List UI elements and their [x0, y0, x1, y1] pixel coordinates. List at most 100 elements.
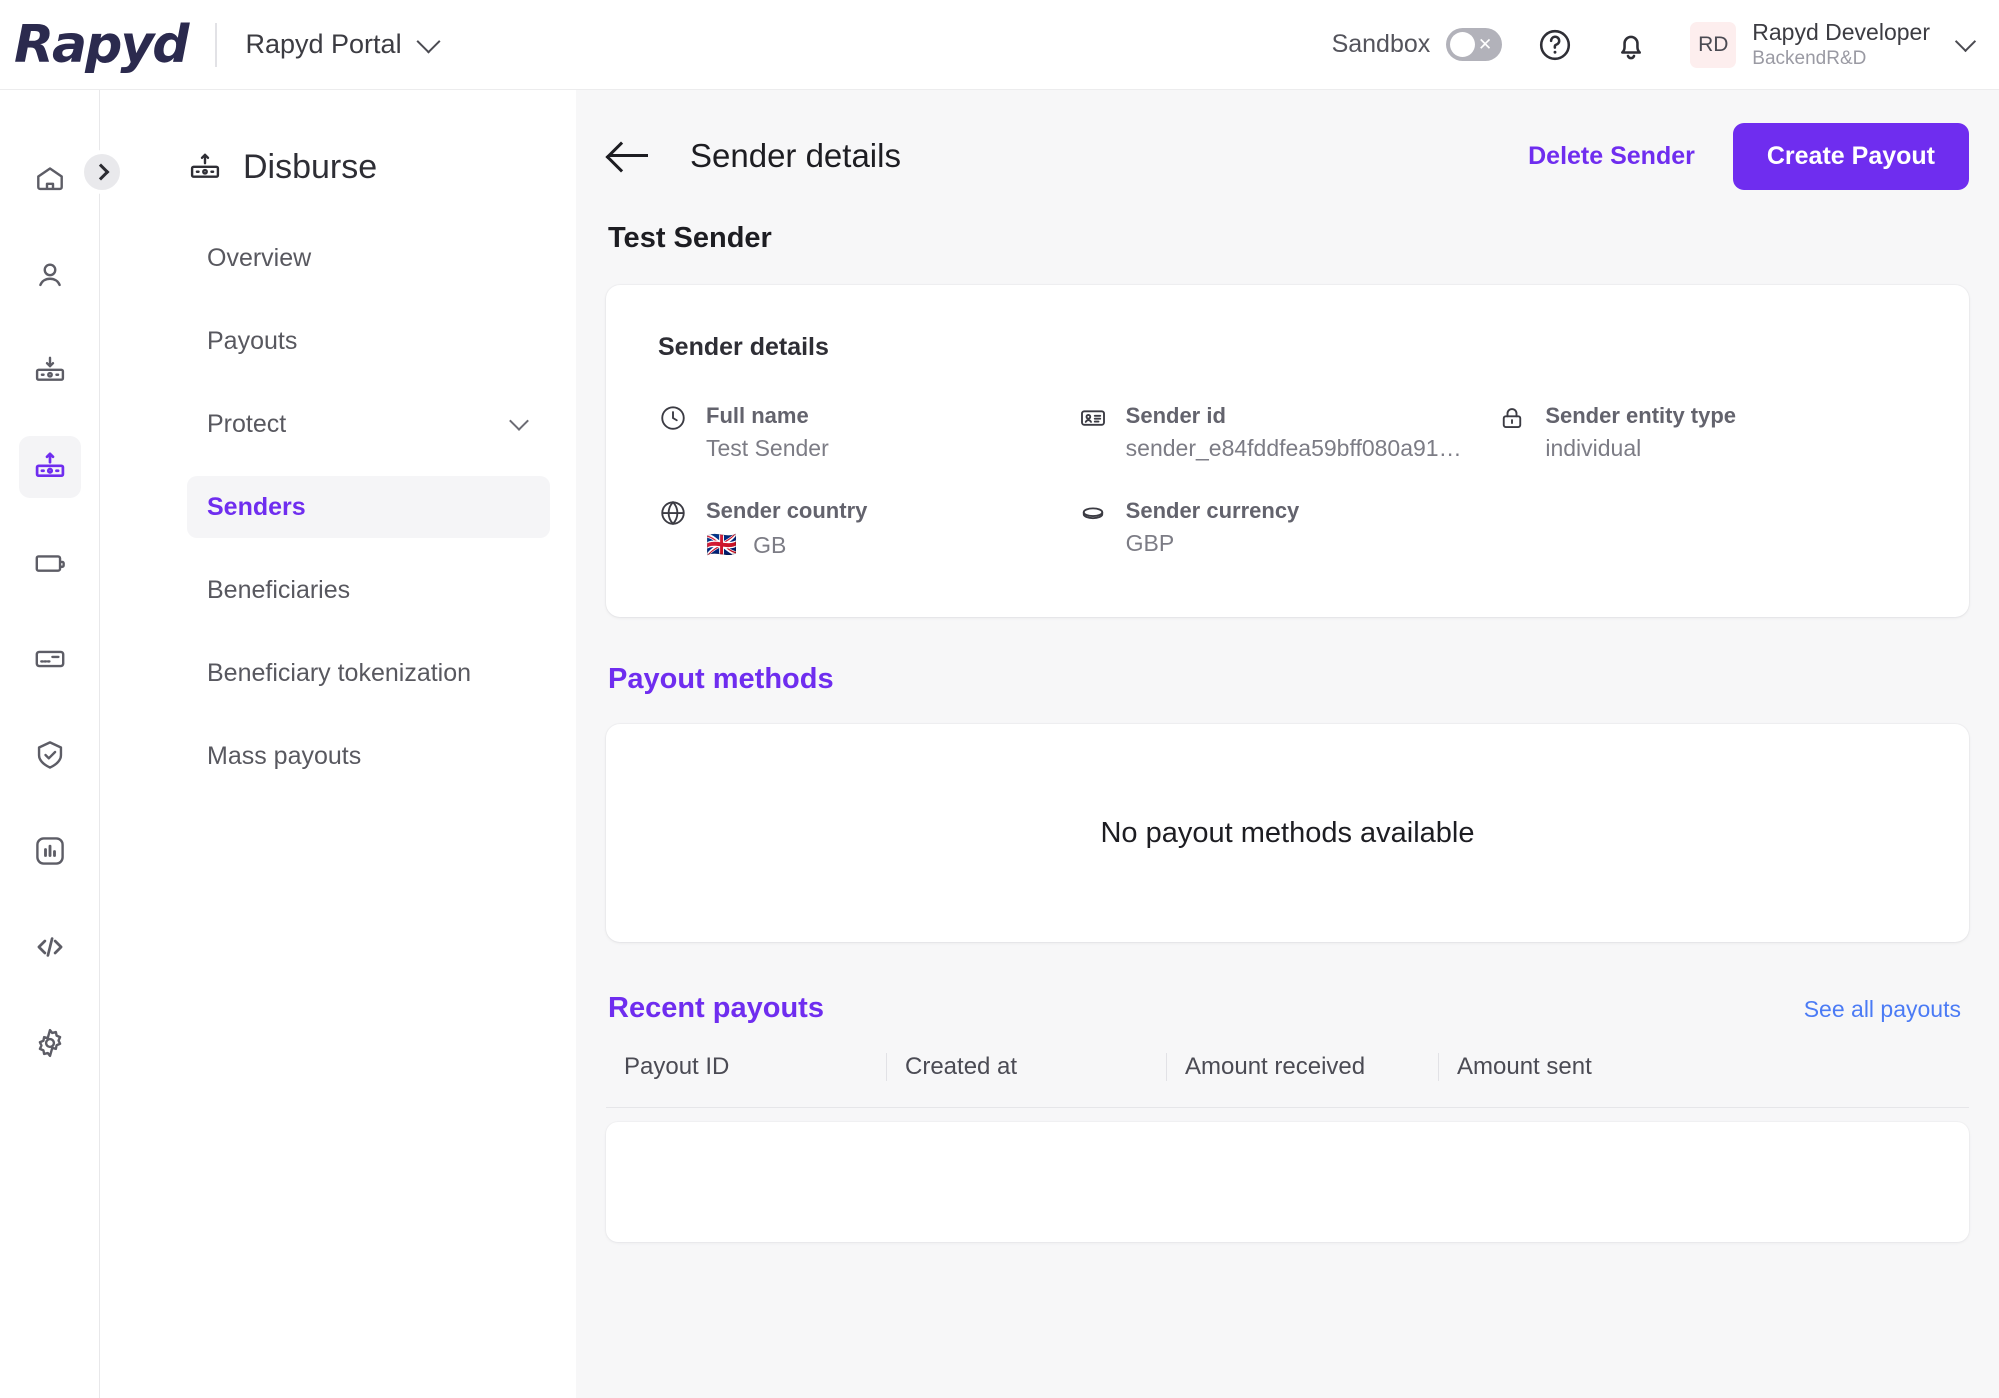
avatar-initials: RD	[1698, 32, 1729, 56]
rail-item-settings[interactable]	[19, 1012, 81, 1074]
sidebar-item-beneficiary-tokenization[interactable]: Beneficiary tokenization	[187, 642, 550, 704]
home-icon	[36, 167, 63, 191]
sidebar-item-overview[interactable]: Overview	[187, 227, 550, 289]
back-button[interactable]	[606, 133, 652, 179]
code-icon	[37, 937, 62, 957]
column-header-payout-id: Payout ID	[624, 1053, 730, 1081]
sidebar-item-label: Beneficiaries	[207, 575, 351, 604]
field-label: Sender currency	[1125, 498, 1300, 524]
column-header-created-at: Created at	[886, 1053, 1166, 1082]
chevron-down-icon	[509, 411, 529, 431]
rail-item-protect[interactable]	[19, 724, 81, 786]
chevron-down-icon	[416, 29, 441, 54]
field-label: Full name	[706, 403, 809, 428]
rail-item-disburse[interactable]	[18, 436, 81, 498]
recent-payouts-table-header: Payout ID Created at Amount received Amo…	[606, 1053, 1969, 1109]
field-value: GB	[753, 531, 787, 558]
payout-methods-empty-text: No payout methods available	[1100, 816, 1475, 849]
delete-sender-button[interactable]: Delete Sender	[1528, 142, 1695, 171]
page-title: Sender details	[690, 137, 901, 174]
rail-item-home[interactable]	[19, 148, 81, 210]
sandbox-toggle[interactable]: ✕	[1446, 28, 1503, 61]
page-header: Sender details Delete Sender Create Payo…	[606, 90, 1969, 200]
lock-icon	[1497, 400, 1529, 438]
column-header-amount-received: Amount received	[1166, 1053, 1438, 1082]
avatar[interactable]: RD	[1690, 21, 1737, 68]
sidebar-item-label: Senders	[207, 492, 306, 521]
sidebar-item-senders[interactable]: Senders	[187, 476, 550, 538]
sidebar-section-header: Disburse	[101, 148, 576, 187]
notifications-button[interactable]	[1608, 22, 1654, 68]
field-value: GBP	[1125, 530, 1175, 557]
globe-icon	[658, 495, 690, 533]
main-content: Sender details Delete Sender Create Payo…	[576, 90, 1999, 1398]
field-label: Sender country	[706, 498, 868, 524]
gear-icon	[38, 1028, 61, 1058]
sidebar-collapse-button[interactable]	[80, 150, 124, 194]
sidebar-section-title: Disburse	[243, 148, 378, 186]
rail-item-analytics[interactable]	[19, 820, 81, 882]
field-sender-currency: Sender currency GBP	[1078, 495, 1498, 563]
entity-name: Test Sender	[608, 222, 772, 254]
question-circle-icon	[1540, 29, 1571, 60]
field-sender-entity-type: Sender entity type individual	[1497, 400, 1917, 465]
recent-payouts-table-body	[606, 1122, 1969, 1243]
chevron-down-icon[interactable]	[1954, 30, 1977, 53]
column-header-amount-sent: Amount sent	[1438, 1053, 1969, 1082]
sidebar-item-label: Mass payouts	[207, 741, 362, 770]
bell-icon	[1621, 35, 1642, 59]
shield-check-icon	[37, 741, 62, 769]
field-value: sender_e84fddfea59bff080a91…	[1125, 434, 1462, 461]
field-label: Sender id	[1125, 403, 1226, 428]
id-card-icon	[1078, 400, 1110, 438]
portal-name-label: Rapyd Portal	[245, 29, 402, 59]
icon-rail	[0, 90, 100, 1398]
sidebar-item-label: Overview	[207, 243, 312, 272]
wallet-icon	[35, 555, 65, 572]
create-payout-button[interactable]: Create Payout	[1732, 122, 1969, 190]
portal-selector[interactable]: Rapyd Portal	[245, 29, 441, 60]
sandbox-label: Sandbox	[1331, 30, 1431, 58]
sidebar-item-mass-payouts[interactable]: Mass payouts	[187, 725, 550, 787]
recent-payouts-header: Recent payouts See all payouts	[608, 992, 1969, 1025]
recent-payouts-title: Recent payouts	[608, 992, 824, 1025]
rail-item-cards[interactable]	[19, 628, 81, 690]
user-menu[interactable]: Rapyd Developer BackendR&D	[1752, 18, 1930, 71]
sidebar-item-label: Payouts	[207, 326, 298, 355]
person-icon	[38, 263, 61, 287]
sidebar-item-label: Protect	[207, 409, 287, 438]
rail-item-collect[interactable]	[19, 340, 81, 402]
sidebar: Disburse Overview Payouts Protect Sender…	[101, 90, 576, 1398]
sidebar-item-beneficiaries[interactable]: Beneficiaries	[187, 559, 550, 621]
field-sender-id: Sender id sender_e84fddfea59bff080a91…	[1078, 400, 1498, 465]
country-flag-icon: 🇬🇧	[706, 530, 738, 560]
see-all-payouts-link[interactable]: See all payouts	[1804, 996, 1961, 1023]
sidebar-item-protect[interactable]: Protect	[187, 393, 550, 455]
payout-methods-title: Payout methods	[608, 663, 834, 696]
field-label: Sender entity type	[1545, 403, 1737, 428]
toggle-knob	[1450, 32, 1476, 57]
top-bar: Rapyd Rapyd Portal Sandbox ✕ RD Rapyd De…	[0, 0, 1999, 90]
sender-details-card: Sender details Full name Test Sender Sen…	[606, 285, 1969, 618]
user-name: Rapyd Developer	[1752, 19, 1930, 46]
field-value-with-flag: 🇬🇧 GB	[706, 527, 867, 563]
field-sender-country: Sender country 🇬🇧 GB	[658, 495, 1078, 563]
help-button[interactable]	[1532, 22, 1578, 68]
clock-icon	[658, 400, 690, 438]
field-spacer	[1497, 495, 1917, 563]
field-value: individual	[1545, 434, 1642, 461]
disburse-icon	[190, 153, 220, 178]
rail-item-wallets[interactable]	[19, 532, 81, 594]
rail-item-customers[interactable]	[19, 244, 81, 306]
toggle-x-icon: ✕	[1478, 35, 1493, 54]
sidebar-item-label: Beneficiary tokenization	[207, 658, 472, 687]
user-org: BackendR&D	[1752, 48, 1867, 69]
rail-item-developers[interactable]	[19, 916, 81, 978]
field-full-name: Full name Test Sender	[658, 400, 1078, 465]
header-divider	[215, 22, 218, 67]
brand-logo[interactable]: Rapyd	[14, 19, 189, 71]
payout-methods-empty-card: No payout methods available	[606, 724, 1969, 943]
analytics-icon	[35, 837, 64, 865]
card-icon	[35, 650, 64, 668]
sidebar-item-payouts[interactable]: Payouts	[187, 310, 550, 372]
